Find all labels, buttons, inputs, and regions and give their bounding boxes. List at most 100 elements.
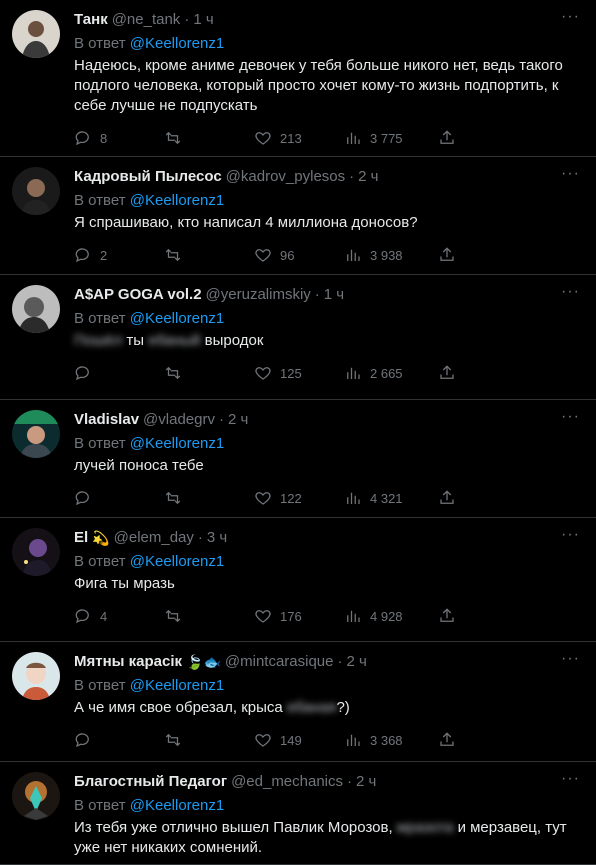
- reply-button[interactable]: [74, 731, 164, 749]
- display-name[interactable]: Vladislav: [74, 412, 139, 428]
- timestamp[interactable]: 2 ч: [356, 774, 376, 790]
- avatar[interactable]: [12, 772, 60, 820]
- retweet-button[interactable]: [164, 489, 254, 507]
- mention-link[interactable]: @Keellorenz1: [130, 677, 224, 694]
- reply-context: В ответ @Keellorenz1: [74, 553, 580, 571]
- more-options-button[interactable]: ···: [561, 409, 580, 425]
- heart-icon: [255, 610, 271, 623]
- separator-dot: ·: [337, 653, 343, 670]
- like-button[interactable]: 213: [254, 129, 344, 147]
- avatar[interactable]: [12, 410, 60, 458]
- like-button[interactable]: 176: [254, 607, 344, 625]
- share-button[interactable]: [438, 246, 456, 264]
- tweet[interactable]: ··· El 💫 @elem_day · 3 чВ ответ @Keellorenz1 Ф…: [0, 518, 596, 642]
- more-options-button[interactable]: ···: [561, 651, 580, 667]
- reply-button[interactable]: [74, 364, 164, 382]
- more-options-button[interactable]: ···: [561, 9, 580, 25]
- heart-icon: [255, 367, 271, 380]
- share-button[interactable]: [438, 129, 456, 147]
- display-name[interactable]: Благостный Педагог: [74, 774, 227, 790]
- share-upload-icon: [440, 130, 454, 144]
- ellipsis-icon: ···: [561, 770, 580, 787]
- reply-prefix: В ответ: [74, 435, 126, 452]
- retweet-button[interactable]: [164, 129, 254, 147]
- tweet[interactable]: ··· Мятны карасік 🍃🐟 @mintcarasique · 2 чВ от…: [0, 642, 596, 762]
- views-button[interactable]: 3 368: [344, 731, 434, 749]
- views-button[interactable]: 4 928: [344, 607, 434, 625]
- display-name[interactable]: A$AP GOGA vol.2: [74, 287, 202, 303]
- like-button[interactable]: 125: [254, 364, 344, 382]
- views-button[interactable]: 4 321: [344, 489, 434, 507]
- avatar[interactable]: [12, 528, 60, 576]
- timestamp[interactable]: 2 ч: [228, 412, 248, 428]
- tweet-text-part: Фига ты мразь: [74, 575, 175, 592]
- mention-link[interactable]: @Keellorenz1: [130, 553, 224, 570]
- retweet-button[interactable]: [164, 731, 254, 749]
- mention-link[interactable]: @Keellorenz1: [130, 192, 224, 209]
- display-name[interactable]: Кадровый Пылесос: [74, 169, 222, 185]
- share-upload-icon: [440, 608, 454, 622]
- reply-button[interactable]: 4: [74, 607, 164, 625]
- timestamp[interactable]: 1 ч: [324, 287, 344, 303]
- avatar[interactable]: [12, 167, 60, 215]
- timestamp[interactable]: 2 ч: [358, 169, 378, 185]
- mention-link[interactable]: @Keellorenz1: [130, 435, 224, 452]
- tweet[interactable]: ··· Благостный Педагог @ed_mechanics · 2 чВ …: [0, 762, 596, 865]
- share-upload-icon: [440, 732, 454, 746]
- views-button[interactable]: 2 665: [344, 364, 434, 382]
- more-options-button[interactable]: ···: [561, 166, 580, 182]
- share-button[interactable]: [438, 731, 456, 749]
- timestamp[interactable]: 3 ч: [207, 530, 227, 546]
- views-button[interactable]: 3 938: [344, 246, 434, 264]
- more-options-button[interactable]: ···: [561, 284, 580, 300]
- like-button[interactable]: 122: [254, 489, 344, 507]
- user-handle[interactable]: @ne_tank: [112, 12, 181, 28]
- tweet-text: А че имя свое обрезал, крыса ебаная?): [74, 698, 580, 718]
- user-handle[interactable]: @elem_day: [114, 530, 194, 546]
- retweet-arrows-icon: [165, 609, 181, 623]
- views-count: 3 938: [370, 247, 403, 263]
- more-options-button[interactable]: ···: [561, 527, 580, 543]
- retweet-button[interactable]: [164, 364, 254, 382]
- user-handle[interactable]: @mintcarasique: [225, 654, 334, 670]
- avatar[interactable]: [12, 10, 60, 58]
- separator-dot: ·: [197, 529, 203, 546]
- tweet[interactable]: ··· Танк @ne_tank · 1 чВ ответ @Keellorenz1 Н…: [0, 0, 596, 157]
- reply-button[interactable]: 8: [74, 129, 164, 147]
- mention-link[interactable]: @Keellorenz1: [130, 35, 224, 52]
- retweet-button[interactable]: [164, 246, 254, 264]
- ellipsis-icon: ···: [561, 408, 580, 425]
- tweet[interactable]: ··· Кадровый Пылесос @kadrov_pylesos · 2 чВ …: [0, 157, 596, 275]
- display-name[interactable]: El: [74, 530, 88, 546]
- share-button[interactable]: [438, 364, 456, 382]
- tweet-text: Я спрашиваю, кто написал 4 миллиона доно…: [74, 213, 580, 233]
- user-handle[interactable]: @kadrov_pylesos: [226, 169, 345, 185]
- retweet-button[interactable]: [164, 607, 254, 625]
- reply-button[interactable]: [74, 489, 164, 507]
- like-button[interactable]: 149: [254, 731, 344, 749]
- share-button[interactable]: [438, 489, 456, 507]
- display-name[interactable]: Танк: [74, 12, 108, 28]
- reply-context: В ответ @Keellorenz1: [74, 35, 580, 53]
- user-handle[interactable]: @ed_mechanics: [231, 774, 343, 790]
- timestamp[interactable]: 1 ч: [193, 12, 213, 28]
- like-button[interactable]: 96: [254, 246, 344, 264]
- timestamp[interactable]: 2 ч: [347, 654, 367, 670]
- views-button[interactable]: 3 775: [344, 129, 434, 147]
- more-options-button[interactable]: ···: [561, 771, 580, 787]
- mention-link[interactable]: @Keellorenz1: [130, 797, 224, 814]
- heart-icon: [255, 492, 271, 505]
- tweet-text: Надеюсь, кроме аниме девочек у тебя боль…: [74, 56, 580, 116]
- tweet-header: A$AP GOGA vol.2 @yeruzalimskiy · 1 ч: [74, 287, 580, 303]
- display-name[interactable]: Мятны карасік: [74, 654, 182, 670]
- tweet[interactable]: ··· Vladislav @vladegrv · 2 чВ ответ @Keello…: [0, 400, 596, 518]
- avatar[interactable]: [12, 652, 60, 700]
- user-handle[interactable]: @vladegrv: [143, 412, 215, 428]
- avatar[interactable]: [12, 285, 60, 333]
- tweet[interactable]: ··· A$AP GOGA vol.2 @yeruzalimskiy · 1 чВ от…: [0, 275, 596, 400]
- mention-link[interactable]: @Keellorenz1: [130, 310, 224, 327]
- share-button[interactable]: [438, 607, 456, 625]
- reply-button[interactable]: 2: [74, 246, 164, 264]
- user-handle[interactable]: @yeruzalimskiy: [206, 287, 311, 303]
- bar-chart-icon: [347, 132, 360, 144]
